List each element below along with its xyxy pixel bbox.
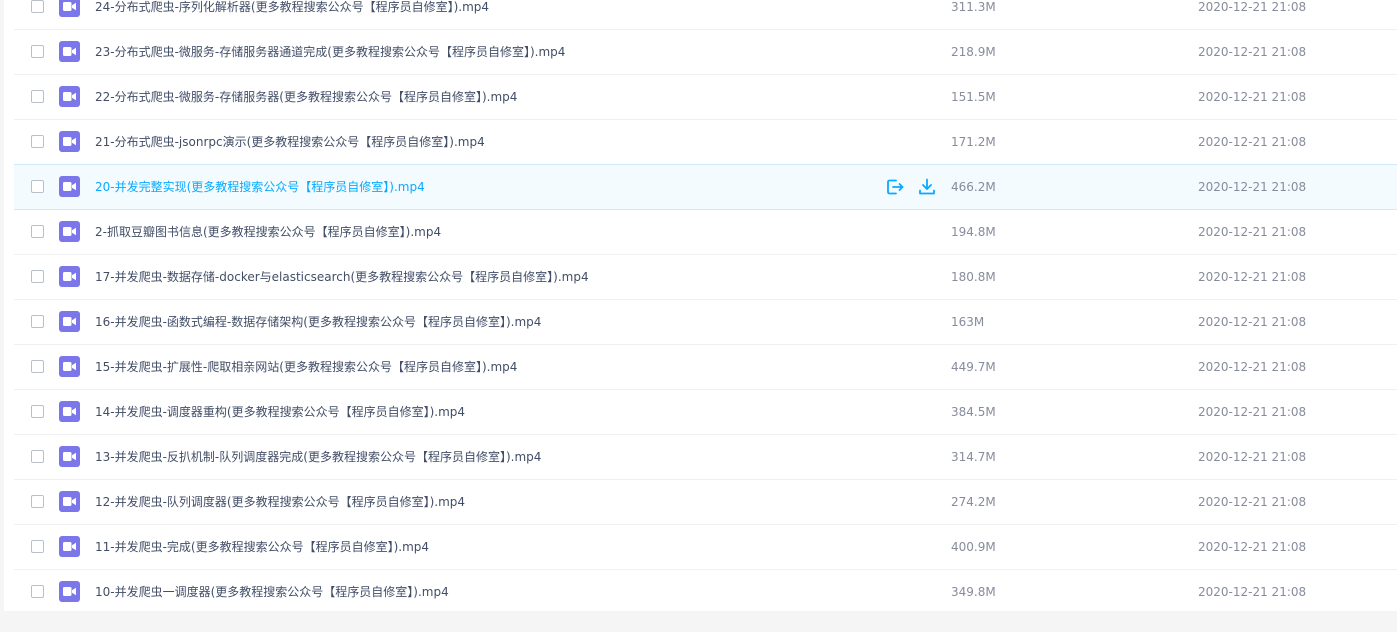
file-name[interactable]: 17-并发爬虫-数据存储-docker与elasticsearch(更多教程搜索… bbox=[95, 255, 589, 299]
file-row[interactable]: 10-并发爬虫一调度器(更多教程搜索公众号【程序员自修室】).mp4 349.8… bbox=[14, 570, 1397, 611]
file-row[interactable]: 2-抓取豆瓣图书信息(更多教程搜索公众号【程序员自修室】).mp4 194.8M… bbox=[14, 210, 1397, 255]
file-row[interactable]: 14-并发爬虫-调度器重构(更多教程搜索公众号【程序员自修室】).mp4 384… bbox=[14, 390, 1397, 435]
file-modified-date: 2020-12-21 21:08 bbox=[1198, 180, 1307, 194]
file-row[interactable]: 22-分布式爬虫-微服务-存储服务器(更多教程搜索公众号【程序员自修室】).mp… bbox=[14, 75, 1397, 120]
row-checkbox[interactable] bbox=[31, 450, 44, 463]
file-modified-date: 2020-12-21 21:08 bbox=[1198, 45, 1307, 59]
file-size: 449.7M bbox=[951, 360, 996, 374]
download-icon[interactable] bbox=[917, 177, 937, 197]
file-row[interactable]: 16-并发爬虫-函数式编程-数据存储架构(更多教程搜索公众号【程序员自修室】).… bbox=[14, 300, 1397, 345]
file-size: 151.5M bbox=[951, 90, 996, 104]
file-name[interactable]: 15-并发爬虫-扩展性-爬取相亲网站(更多教程搜索公众号【程序员自修室】).mp… bbox=[95, 345, 517, 389]
file-modified-date: 2020-12-21 21:08 bbox=[1198, 585, 1307, 599]
file-size: 384.5M bbox=[951, 405, 996, 419]
file-modified-date: 2020-12-21 21:08 bbox=[1198, 225, 1307, 239]
row-checkbox[interactable] bbox=[31, 315, 44, 328]
video-file-icon bbox=[59, 131, 80, 152]
row-checkbox[interactable] bbox=[31, 225, 44, 238]
file-name[interactable]: 13-并发爬虫-反扒机制-队列调度器完成(更多教程搜索公众号【程序员自修室】).… bbox=[95, 435, 541, 479]
video-file-icon bbox=[59, 356, 80, 377]
file-list-panel: 24-分布式爬虫-序列化解析器(更多教程搜索公众号【程序员自修室】).mp4 3… bbox=[4, 0, 1397, 611]
row-checkbox[interactable] bbox=[31, 0, 44, 13]
file-row[interactable]: 15-并发爬虫-扩展性-爬取相亲网站(更多教程搜索公众号【程序员自修室】).mp… bbox=[14, 345, 1397, 390]
file-name[interactable]: 16-并发爬虫-函数式编程-数据存储架构(更多教程搜索公众号【程序员自修室】).… bbox=[95, 300, 541, 344]
file-row[interactable]: 12-并发爬虫-队列调度器(更多教程搜索公众号【程序员自修室】).mp4 274… bbox=[14, 480, 1397, 525]
file-row[interactable]: 21-分布式爬虫-jsonrpc演示(更多教程搜索公众号【程序员自修室】).mp… bbox=[14, 120, 1397, 165]
file-size: 400.9M bbox=[951, 540, 996, 554]
row-checkbox[interactable] bbox=[31, 90, 44, 103]
file-row[interactable]: 24-分布式爬虫-序列化解析器(更多教程搜索公众号【程序员自修室】).mp4 3… bbox=[14, 0, 1397, 30]
file-row[interactable]: 13-并发爬虫-反扒机制-队列调度器完成(更多教程搜索公众号【程序员自修室】).… bbox=[14, 435, 1397, 480]
file-row[interactable]: 23-分布式爬虫-微服务-存储服务器通道完成(更多教程搜索公众号【程序员自修室】… bbox=[14, 30, 1397, 75]
file-row[interactable]: 17-并发爬虫-数据存储-docker与elasticsearch(更多教程搜索… bbox=[14, 255, 1397, 300]
row-checkbox[interactable] bbox=[31, 585, 44, 598]
file-size: 171.2M bbox=[951, 135, 996, 149]
video-file-icon bbox=[59, 41, 80, 62]
row-checkbox[interactable] bbox=[31, 405, 44, 418]
video-file-icon bbox=[59, 401, 80, 422]
file-modified-date: 2020-12-21 21:08 bbox=[1198, 450, 1307, 464]
video-file-icon bbox=[59, 0, 80, 17]
file-size: 311.3M bbox=[951, 0, 996, 14]
video-file-icon bbox=[59, 536, 80, 557]
file-modified-date: 2020-12-21 21:08 bbox=[1198, 405, 1307, 419]
file-modified-date: 2020-12-21 21:08 bbox=[1198, 315, 1307, 329]
row-checkbox[interactable] bbox=[31, 180, 44, 193]
file-modified-date: 2020-12-21 21:08 bbox=[1198, 360, 1307, 374]
file-name[interactable]: 20-并发完整实现(更多教程搜索公众号【程序员自修室】).mp4 bbox=[95, 165, 425, 209]
video-file-icon bbox=[59, 311, 80, 332]
file-size: 466.2M bbox=[951, 180, 996, 194]
file-name[interactable]: 23-分布式爬虫-微服务-存储服务器通道完成(更多教程搜索公众号【程序员自修室】… bbox=[95, 30, 565, 74]
file-size: 180.8M bbox=[951, 270, 996, 284]
file-name[interactable]: 10-并发爬虫一调度器(更多教程搜索公众号【程序员自修室】).mp4 bbox=[95, 570, 449, 611]
file-modified-date: 2020-12-21 21:08 bbox=[1198, 495, 1307, 509]
file-size: 218.9M bbox=[951, 45, 996, 59]
file-name[interactable]: 2-抓取豆瓣图书信息(更多教程搜索公众号【程序员自修室】).mp4 bbox=[95, 210, 441, 254]
file-size: 163M bbox=[951, 315, 985, 329]
file-modified-date: 2020-12-21 21:08 bbox=[1198, 540, 1307, 554]
row-checkbox[interactable] bbox=[31, 360, 44, 373]
video-file-icon bbox=[59, 581, 80, 602]
video-file-icon bbox=[59, 221, 80, 242]
video-file-icon bbox=[59, 176, 80, 197]
video-file-icon bbox=[59, 86, 80, 107]
file-modified-date: 2020-12-21 21:08 bbox=[1198, 135, 1307, 149]
row-checkbox[interactable] bbox=[31, 45, 44, 58]
row-checkbox[interactable] bbox=[31, 540, 44, 553]
file-name[interactable]: 12-并发爬虫-队列调度器(更多教程搜索公众号【程序员自修室】).mp4 bbox=[95, 480, 465, 524]
share-icon[interactable] bbox=[885, 177, 905, 197]
file-modified-date: 2020-12-21 21:08 bbox=[1198, 0, 1307, 14]
video-file-icon bbox=[59, 266, 80, 287]
file-name[interactable]: 11-并发爬虫-完成(更多教程搜索公众号【程序员自修室】).mp4 bbox=[95, 525, 429, 569]
file-name[interactable]: 14-并发爬虫-调度器重构(更多教程搜索公众号【程序员自修室】).mp4 bbox=[95, 390, 465, 434]
row-checkbox[interactable] bbox=[31, 135, 44, 148]
row-checkbox[interactable] bbox=[31, 270, 44, 283]
file-row[interactable]: 11-并发爬虫-完成(更多教程搜索公众号【程序员自修室】).mp4 400.9M… bbox=[14, 525, 1397, 570]
file-name[interactable]: 21-分布式爬虫-jsonrpc演示(更多教程搜索公众号【程序员自修室】).mp… bbox=[95, 120, 485, 164]
file-modified-date: 2020-12-21 21:08 bbox=[1198, 90, 1307, 104]
file-row[interactable]: 20-并发完整实现(更多教程搜索公众号【程序员自修室】).mp4 466.2M … bbox=[14, 164, 1397, 210]
video-file-icon bbox=[59, 446, 80, 467]
file-modified-date: 2020-12-21 21:08 bbox=[1198, 270, 1307, 284]
file-size: 194.8M bbox=[951, 225, 996, 239]
file-size: 314.7M bbox=[951, 450, 996, 464]
file-size: 274.2M bbox=[951, 495, 996, 509]
file-size: 349.8M bbox=[951, 585, 996, 599]
video-file-icon bbox=[59, 491, 80, 512]
file-list: 24-分布式爬虫-序列化解析器(更多教程搜索公众号【程序员自修室】).mp4 3… bbox=[14, 0, 1397, 611]
row-checkbox[interactable] bbox=[31, 495, 44, 508]
file-name[interactable]: 22-分布式爬虫-微服务-存储服务器(更多教程搜索公众号【程序员自修室】).mp… bbox=[95, 75, 517, 119]
file-name[interactable]: 24-分布式爬虫-序列化解析器(更多教程搜索公众号【程序员自修室】).mp4 bbox=[95, 0, 489, 29]
